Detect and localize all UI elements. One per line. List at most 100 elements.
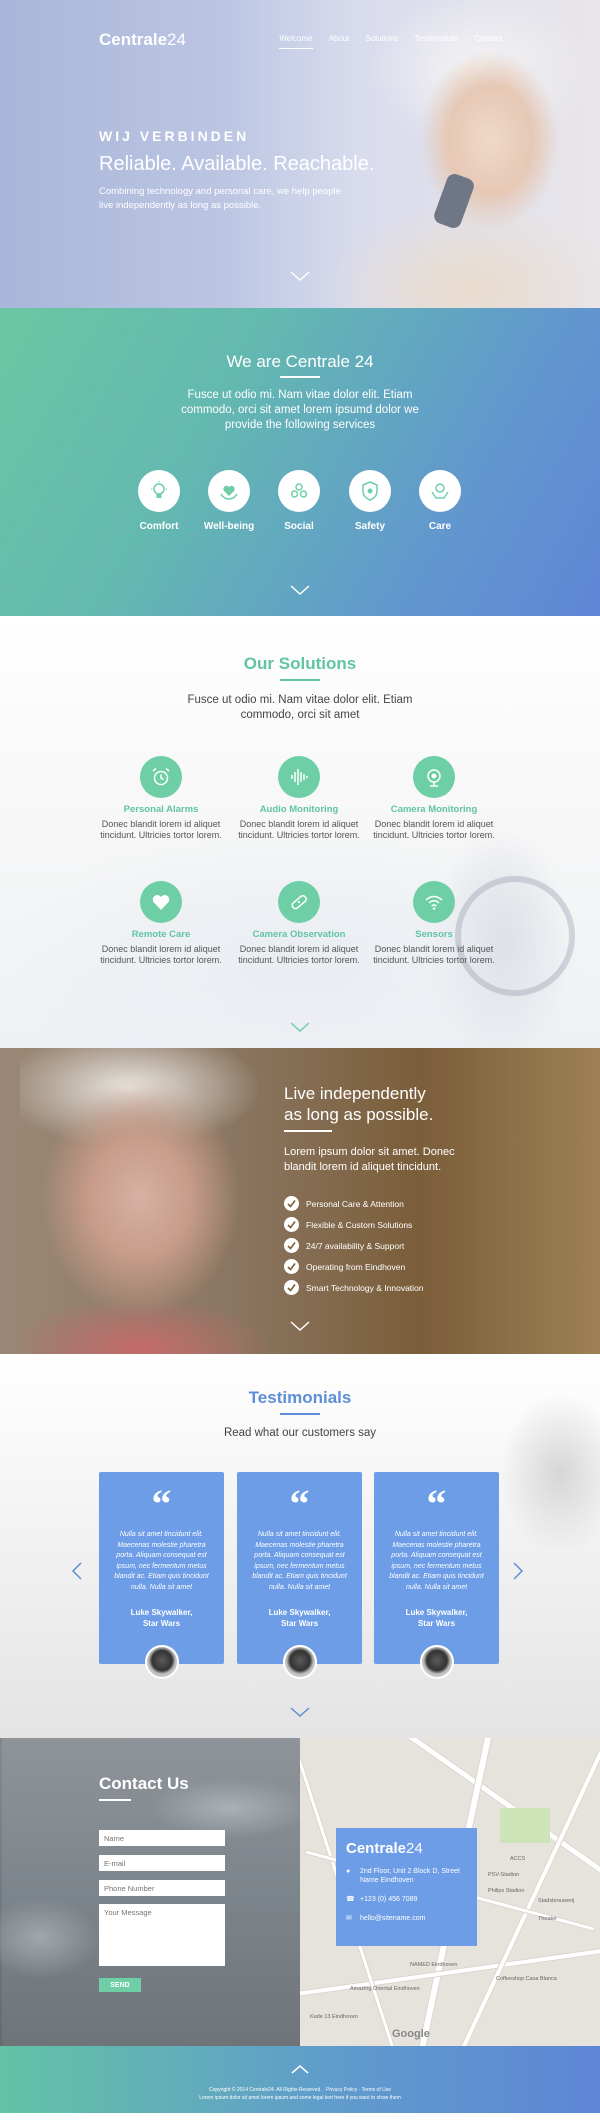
- avatar: [282, 1645, 317, 1679]
- alarm-clock-icon: [152, 767, 170, 786]
- scroll-down-icon[interactable]: [289, 1021, 311, 1033]
- service-care[interactable]: Care: [405, 470, 475, 532]
- email-text: hello@sitename.com: [360, 1915, 426, 1922]
- map-label: ACCS: [510, 1856, 526, 1862]
- solution-title: Personal Alarms: [123, 804, 199, 815]
- hero-lead: Combining technology and personal care, …: [99, 186, 341, 211]
- send-button[interactable]: SEND: [99, 1978, 141, 1992]
- address-card: Centrale24 ● 2nd Floor, Unit 2 Block D, S…: [336, 1828, 477, 1946]
- service-label: Well-being: [203, 521, 255, 532]
- service-social[interactable]: Social: [264, 470, 334, 532]
- testimonial-card: “ Nulla sit amet tincidunt elit. Maecena…: [374, 1472, 499, 1679]
- check-icon: [284, 1280, 299, 1295]
- solution-text: Donec blandit lorem id aliquet tincidunt…: [100, 819, 222, 840]
- title-underline: [280, 376, 320, 378]
- map-label: Theater: [538, 1916, 557, 1922]
- heart-icon: [152, 894, 170, 910]
- solution-text: Donec blandit lorem id aliquet tincidunt…: [373, 944, 495, 965]
- solutions-description: Fusce ut odio mi. Nam vitae dolor elit. …: [187, 694, 413, 721]
- avatar: [419, 1645, 454, 1679]
- solution-audio-monitoring[interactable]: Audio Monitoring Donec blandit lorem id …: [234, 756, 364, 841]
- quote-icon: “: [289, 1481, 310, 1526]
- testimonial-author: Luke Skywalker, Star Wars: [405, 1608, 468, 1628]
- scroll-top-icon[interactable]: [290, 2062, 310, 2080]
- park-area: [500, 1808, 550, 1843]
- feature-item: Smart Technology & Innovation: [284, 1277, 424, 1298]
- scroll-down-icon[interactable]: [289, 270, 311, 282]
- testimonial-text: Nulla sit amet tincidunt elit. Maecenas …: [389, 1531, 484, 1591]
- map-label: Kade 13 Eindhoven: [310, 2014, 359, 2020]
- avatar: [144, 1645, 179, 1679]
- name-field[interactable]: [99, 1830, 225, 1846]
- nav-welcome[interactable]: Welcome: [279, 34, 313, 49]
- nav-contact[interactable]: Contact: [474, 34, 502, 43]
- phone-field[interactable]: [99, 1880, 225, 1896]
- map-label: PSV-Stadion: [488, 1872, 520, 1878]
- carousel-next-icon[interactable]: [512, 1562, 524, 1580]
- solution-text: Donec blandit lorem id aliquet tincidunt…: [100, 944, 222, 965]
- live-title: Live independently as long as possible.: [284, 1084, 434, 1124]
- quote-icon: “: [151, 1481, 172, 1526]
- solution-sensors[interactable]: Sensors Donec blandit lorem id aliquet t…: [369, 881, 499, 966]
- live-lead: Lorem ipsum dolor sit amet. Donec blandi…: [284, 1146, 455, 1173]
- solution-remote-care[interactable]: Remote Care Donec blandit lorem id aliqu…: [96, 881, 226, 966]
- carousel-prev-icon[interactable]: [71, 1562, 83, 1580]
- about-description: Fusce ut odio mi. Nam vitae dolor elit. …: [181, 389, 419, 431]
- map-label: Amazing Oriental Eindhoven: [350, 1986, 420, 1992]
- solutions-section: Our Solutions Fusce ut odio mi. Nam vita…: [0, 616, 600, 1048]
- camera-icon: [427, 769, 441, 787]
- service-safety[interactable]: Safety: [335, 470, 405, 532]
- testimonial-text: Nulla sit amet tincidunt elit. Maecenas …: [252, 1531, 347, 1591]
- solution-text: Donec blandit lorem id aliquet tincidunt…: [238, 944, 360, 965]
- nav-about[interactable]: About: [329, 34, 350, 43]
- solution-camera-observation[interactable]: Camera Observation Donec blandit lorem i…: [234, 881, 364, 966]
- scroll-down-icon[interactable]: [289, 1320, 311, 1332]
- message-field[interactable]: [99, 1904, 225, 1966]
- heart-hands-icon: [220, 485, 238, 500]
- solution-camera-monitoring[interactable]: Camera Monitoring Donec blandit lorem id…: [369, 756, 499, 841]
- footer-copyright: Copyright © 2014 Centrale24. All Rights …: [199, 2087, 401, 2101]
- solution-title: Sensors: [415, 929, 453, 940]
- check-icon: [284, 1217, 299, 1232]
- contact-title: Contact Us: [99, 1774, 189, 1793]
- check-icon: [284, 1196, 299, 1211]
- location-pin-icon: ●: [346, 1868, 351, 1875]
- lightbulb-icon: [151, 481, 167, 498]
- title-underline: [280, 1413, 320, 1415]
- google-logo: Google: [392, 2028, 430, 2040]
- nav-solutions[interactable]: Solutions: [365, 34, 398, 43]
- check-icon: [284, 1259, 299, 1274]
- title-underline: [99, 1799, 131, 1801]
- check-icon: [284, 1238, 299, 1253]
- solution-text: Donec blandit lorem id aliquet tincidunt…: [238, 819, 360, 840]
- testimonials-section: Testimonials Read what our customers say…: [0, 1354, 600, 1738]
- service-well-being[interactable]: Well-being: [194, 470, 264, 532]
- service-label: Comfort: [139, 521, 179, 532]
- feature-list: Personal Care & Attention Flexible & Cus…: [284, 1193, 424, 1298]
- elderly-man-photo: [20, 1048, 280, 1354]
- solution-text: Donec blandit lorem id aliquet tincidunt…: [373, 819, 495, 840]
- feature-item: Personal Care & Attention: [284, 1193, 424, 1214]
- main-nav: Welcome About Solutions Testimonials Con…: [279, 34, 502, 49]
- map-label: Coffeeshop Casa Blanca: [496, 1976, 557, 1982]
- email-field[interactable]: [99, 1855, 225, 1871]
- phone-icon: ☎: [346, 1896, 355, 1903]
- testimonial-author: Luke Skywalker, Star Wars: [130, 1608, 193, 1628]
- email-icon: ✉: [346, 1915, 352, 1922]
- map[interactable]: ACCS PSV-Stadion Philips Stadion Stadsbr…: [300, 1738, 600, 2046]
- logo[interactable]: Centrale24: [99, 30, 186, 50]
- shield-icon: [362, 481, 378, 501]
- soundwave-icon: [291, 769, 308, 785]
- solutions-title: Our Solutions: [243, 654, 357, 673]
- scroll-down-icon[interactable]: [289, 1706, 311, 1718]
- testimonial-card: “ Nulla sit amet tincidunt elit. Maecena…: [237, 1472, 362, 1679]
- nav-testimonials[interactable]: Testimonials: [414, 34, 458, 43]
- feature-item: Flexible & Custom Solutions: [284, 1214, 424, 1235]
- hero-section: Centrale24 Welcome About Solutions Testi…: [0, 0, 600, 308]
- testimonial-card: “ Nulla sit amet tincidunt elit. Maecena…: [99, 1472, 224, 1679]
- scroll-down-icon[interactable]: [289, 584, 311, 596]
- solution-personal-alarms[interactable]: Personal Alarms Donec blandit lorem id a…: [96, 756, 226, 841]
- service-comfort[interactable]: Comfort: [124, 470, 194, 532]
- feature-item: 24/7 availability & Support: [284, 1235, 424, 1256]
- title-underline: [280, 679, 320, 681]
